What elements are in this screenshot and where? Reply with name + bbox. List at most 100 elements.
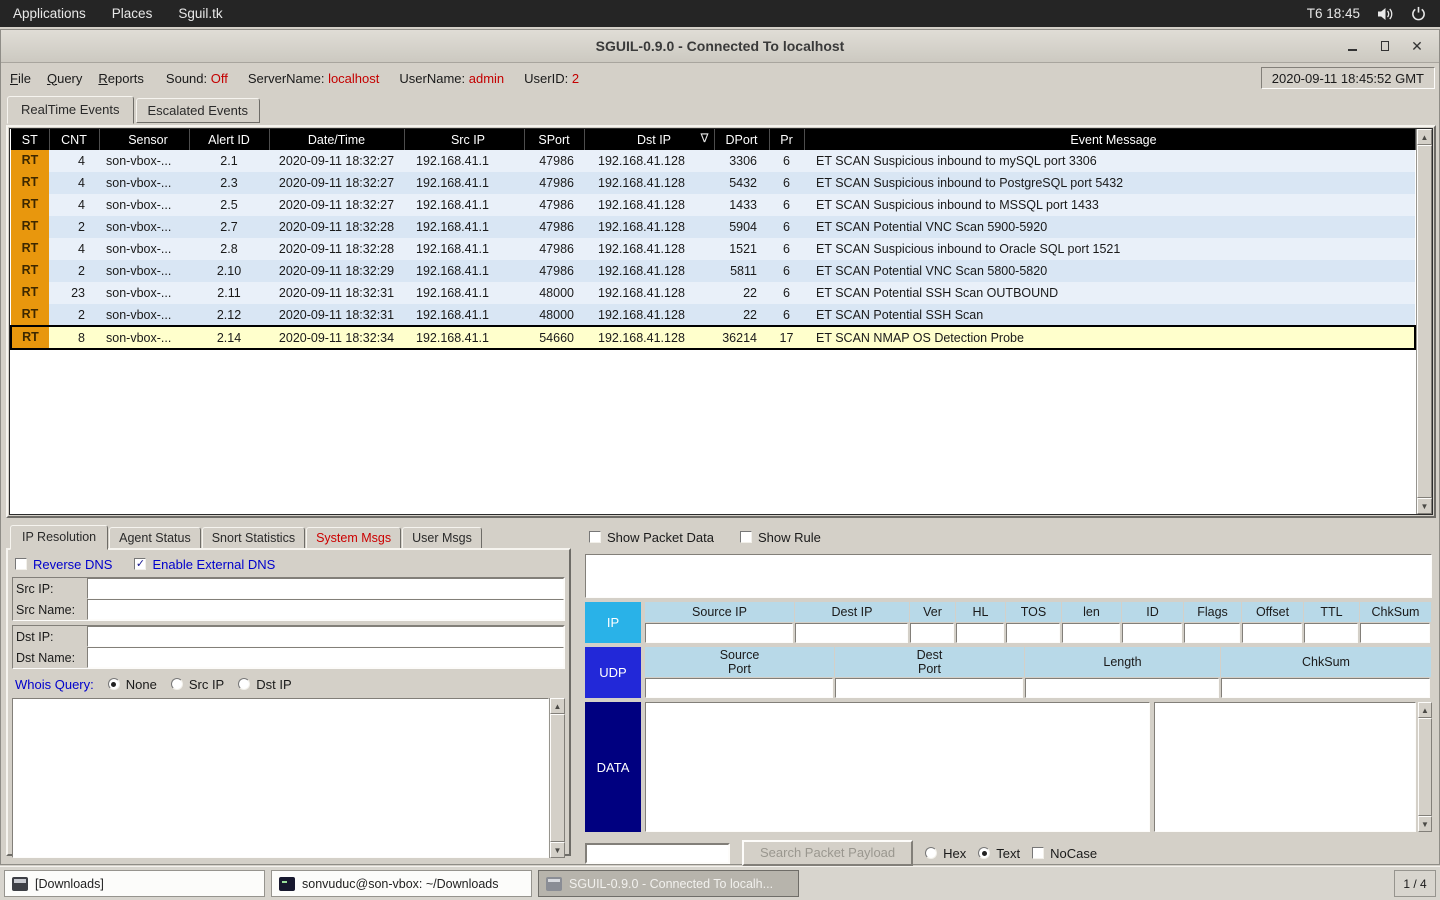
col-sport[interactable]: SPort bbox=[524, 129, 585, 150]
table-row[interactable]: RT 4 son-vbox-... 2.8 2020-09-11 18:32:2… bbox=[11, 238, 1415, 260]
table-row[interactable]: RT 4 son-vbox-... 2.1 2020-09-11 18:32:2… bbox=[11, 150, 1415, 172]
cell-event-message: ET SCAN Potential SSH Scan bbox=[816, 307, 984, 322]
col-src-ip[interactable]: Src IP bbox=[404, 129, 525, 150]
udp-col-dest-port: Dest Port bbox=[835, 647, 1025, 677]
tab-system-msgs[interactable]: System Msgs bbox=[306, 527, 402, 549]
src-name-field[interactable] bbox=[87, 599, 564, 620]
top-panel: Applications Places Sguil.tk T6 18:45 bbox=[0, 0, 1440, 27]
close-button[interactable]: ✕ bbox=[1411, 39, 1423, 53]
col-datetime[interactable]: Date/Time bbox=[269, 129, 405, 150]
tab-agent-status[interactable]: Agent Status bbox=[109, 527, 201, 549]
col-dport[interactable]: DPort bbox=[714, 129, 770, 150]
scroll-down-icon[interactable]: ▼ bbox=[1417, 498, 1432, 514]
packet-panel: Show Packet Data Show Rule IP Source IP … bbox=[577, 522, 1439, 866]
table-row[interactable]: RT 2 son-vbox-... 2.7 2020-09-11 18:32:2… bbox=[11, 216, 1415, 238]
text-radio[interactable]: Text bbox=[978, 846, 1020, 861]
scroll-up-icon[interactable]: ▲ bbox=[1418, 702, 1432, 718]
workspace-pager[interactable]: 1 / 4 bbox=[1394, 870, 1436, 897]
search-packet-payload-button[interactable]: Search Packet Payload bbox=[742, 840, 914, 866]
server-clock: 2020-09-11 18:45:52 GMT bbox=[1260, 67, 1435, 89]
hex-radio[interactable]: Hex bbox=[925, 846, 966, 861]
menu-query[interactable]: Query bbox=[47, 71, 82, 86]
cell-event-message: ET SCAN Suspicious inbound to Oracle SQL… bbox=[816, 242, 1121, 256]
taskbar-item-sguil[interactable]: SGUIL-0.9.0 - Connected To localh... bbox=[538, 870, 799, 897]
show-rule-checkbox[interactable]: Show Rule bbox=[739, 530, 821, 545]
scrollbar-thumb[interactable] bbox=[1417, 145, 1432, 498]
col-st[interactable]: ST bbox=[11, 129, 50, 150]
cell-sensor: son-vbox-... bbox=[106, 286, 172, 300]
cell-protocol: 6 bbox=[783, 198, 790, 212]
scroll-up-icon[interactable]: ▲ bbox=[1417, 129, 1432, 145]
sguil-window: SGUIL-0.9.0 - Connected To localhost ✕ F… bbox=[0, 29, 1440, 866]
src-ip-field[interactable] bbox=[87, 578, 564, 599]
tab-escalated-events[interactable]: Escalated Events bbox=[135, 98, 260, 123]
cell-dport: 1521 bbox=[729, 242, 757, 256]
cell-protocol: 6 bbox=[783, 176, 790, 190]
cell-sport: 47986 bbox=[539, 154, 574, 168]
dst-ip-field[interactable] bbox=[87, 626, 564, 647]
maximize-button[interactable] bbox=[1379, 40, 1391, 52]
payload-scrollbar[interactable]: ▲ ▼ bbox=[1418, 702, 1432, 832]
col-pr[interactable]: Pr bbox=[769, 129, 805, 150]
scroll-down-icon[interactable]: ▼ bbox=[550, 842, 565, 858]
ip-col-ttl: TTL bbox=[1304, 602, 1360, 622]
desktop-clock[interactable]: T6 18:45 bbox=[1307, 6, 1360, 21]
nocase-checkbox[interactable]: NoCase bbox=[1032, 846, 1097, 861]
tab-realtime-events[interactable]: RealTime Events bbox=[7, 96, 134, 124]
cell-status: RT bbox=[11, 282, 49, 304]
menu-file[interactable]: File bbox=[10, 71, 31, 86]
cell-event-message: ET SCAN Potential SSH Scan OUTBOUND bbox=[816, 286, 1059, 300]
table-row[interactable]: RT 23 son-vbox-... 2.11 2020-09-11 18:32… bbox=[11, 282, 1415, 304]
ip-col-source-ip: Source IP bbox=[645, 602, 795, 622]
scrollbar-thumb[interactable] bbox=[1418, 718, 1432, 816]
dst-name-field[interactable] bbox=[87, 647, 564, 668]
volume-icon[interactable] bbox=[1377, 7, 1394, 21]
menu-sguil-tk[interactable]: Sguil.tk bbox=[165, 0, 235, 27]
table-row[interactable]: RT 4 son-vbox-... 2.5 2020-09-11 18:32:2… bbox=[11, 194, 1415, 216]
events-scrollbar[interactable]: ▲ ▼ bbox=[1416, 129, 1432, 514]
col-event-message[interactable]: Event Message bbox=[804, 129, 1416, 150]
menu-places[interactable]: Places bbox=[99, 0, 166, 27]
col-dst-ip[interactable]: Dst IP ∇ bbox=[584, 129, 715, 150]
col-sensor[interactable]: Sensor bbox=[99, 129, 190, 150]
reverse-dns-checkbox[interactable]: Reverse DNS bbox=[15, 557, 112, 572]
status-badge: RT bbox=[11, 172, 49, 194]
scroll-down-icon[interactable]: ▼ bbox=[1418, 816, 1432, 832]
cell-src-ip: 192.168.41.1 bbox=[416, 176, 489, 190]
whois-dst-ip-radio[interactable]: Dst IP bbox=[238, 677, 292, 692]
tab-ip-resolution[interactable]: IP Resolution bbox=[10, 525, 109, 550]
table-row[interactable]: RT 8 son-vbox-... 2.14 2020-09-11 18:32:… bbox=[10, 325, 1416, 350]
show-packet-data-checkbox[interactable]: Show Packet Data bbox=[589, 530, 714, 545]
whois-src-ip-radio[interactable]: Src IP bbox=[170, 677, 224, 692]
whois-scrollbar[interactable]: ▲ ▼ bbox=[549, 698, 565, 858]
whois-none-radio[interactable]: None bbox=[107, 677, 157, 692]
taskbar-item-terminal[interactable]: sonvuduc@son-vbox: ~/Downloads bbox=[271, 870, 532, 897]
menu-applications[interactable]: Applications bbox=[0, 0, 99, 27]
cell-sport: 47986 bbox=[539, 264, 574, 278]
tab-user-msgs[interactable]: User Msgs bbox=[402, 527, 482, 549]
scrollbar-thumb[interactable] bbox=[550, 714, 565, 842]
cell-protocol: 6 bbox=[783, 220, 790, 234]
menu-reports[interactable]: Reports bbox=[98, 71, 144, 86]
file-manager-icon bbox=[12, 876, 28, 891]
cell-src-ip: 192.168.41.1 bbox=[416, 198, 489, 212]
power-icon[interactable] bbox=[1411, 6, 1426, 21]
table-row[interactable]: RT 2 son-vbox-... 2.12 2020-09-11 18:32:… bbox=[11, 304, 1415, 326]
col-cnt[interactable]: CNT bbox=[49, 129, 100, 150]
taskbar-item-downloads[interactable]: [Downloads] bbox=[4, 870, 265, 897]
sort-descending-icon[interactable]: ∇ bbox=[700, 131, 708, 145]
table-row[interactable]: RT 4 son-vbox-... 2.3 2020-09-11 18:32:2… bbox=[11, 172, 1415, 194]
cell-src-ip: 192.168.41.1 bbox=[416, 220, 489, 234]
search-payload-input[interactable] bbox=[585, 842, 730, 864]
table-row[interactable]: RT 2 son-vbox-... 2.10 2020-09-11 18:32:… bbox=[11, 260, 1415, 282]
titlebar[interactable]: SGUIL-0.9.0 - Connected To localhost ✕ bbox=[1, 30, 1439, 63]
scroll-up-icon[interactable]: ▲ bbox=[550, 698, 565, 714]
ip-value-ver bbox=[910, 623, 954, 643]
cell-alert-id: 2.5 bbox=[220, 198, 238, 212]
cell-count: 23 bbox=[71, 286, 85, 300]
col-alert-id[interactable]: Alert ID bbox=[189, 129, 270, 150]
sound-status: Sound: Off bbox=[165, 70, 228, 86]
tab-snort-statistics[interactable]: Snort Statistics bbox=[201, 527, 306, 549]
minimize-button[interactable] bbox=[1347, 40, 1359, 52]
external-dns-checkbox[interactable]: ✓ Enable External DNS bbox=[134, 557, 275, 572]
